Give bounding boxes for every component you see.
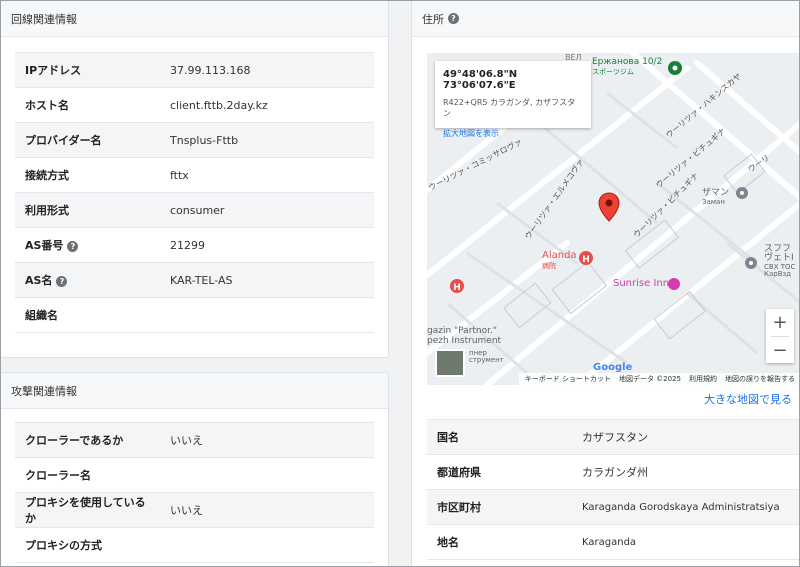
location-pin-icon [598,192,620,222]
table-row: クローラー名 [15,457,374,493]
table-row: プロバイダー名 Tnsplus-Fttb [15,122,374,158]
line-info-card: 回線関連情報 IPアドレス 37.99.113.168 ホスト名 client.ft… [0,0,389,358]
address-card: 住所? H H Ержанова 10/2 スポーツジム Alanda 病院 S… [411,0,800,567]
zoom-in-button[interactable]: + [766,309,794,336]
table-row: 組織名 [15,297,374,333]
big-map-link[interactable]: 大きな地図で見る [704,391,792,407]
help-icon[interactable]: ? [67,241,79,252]
proxy-method-label: プロキシの方式 [15,527,160,563]
host-label: ホスト名 [15,87,160,123]
connection-value: fttx [160,157,374,193]
ip-value: 37.99.113.168 [160,52,374,88]
table-row: IPアドレス 37.99.113.168 [15,52,374,88]
proxy-label: プロキシを使用しているか [15,492,160,528]
place-value: Karaganda [572,524,800,560]
as-name-label: AS名 [25,274,53,287]
keyboard-shortcuts-link[interactable]: キーボード ショートカット [525,374,611,384]
table-row: 国名 カザフスタン [427,419,800,455]
proxy-method-value [160,527,374,563]
help-icon[interactable]: ? [56,276,68,287]
svg-text:H: H [453,283,461,293]
zoom-out-button[interactable]: − [766,337,794,364]
map-data-text: 地図データ ©2025 [618,375,681,383]
poi-zaman[interactable]: ザマン Заман [702,185,729,206]
line-info-title: 回線関連情報 [11,12,77,26]
poi-hospital[interactable]: Alanda 病院 [542,250,577,271]
attack-info-header: 攻撃関連情報 [1,373,388,409]
crawler-name-value [160,457,374,493]
poi-inn[interactable]: Sunrise Inn [613,278,669,289]
terms-link[interactable]: 利用規約 [689,374,717,384]
attack-info-card: 攻撃関連情報 クローラーであるか いいえ クローラー名 プロキシを使用しているかい… [0,372,389,567]
table-row: プロキシを使用しているか いいえ [15,492,374,528]
ip-label: IPアドレス [15,52,160,88]
org-value [160,297,374,333]
poi-shop-ru: пнер струмент [469,349,504,365]
poi-shop[interactable]: gazin "Partnor." pezh Instrument [427,326,501,347]
view-larger-map-link[interactable]: 拡大地図を表示 [443,128,583,139]
map-attribution: キーボード ショートカット 地図データ ©2025 利用規約 地図の誤りを報告す… [518,373,800,385]
table-row: 地名 Karaganda [427,524,800,560]
report-error-link[interactable]: 地図の誤りを報告する [725,374,795,384]
crawler-value: いいえ [160,422,374,458]
usage-label: 利用形式 [15,192,160,228]
prefecture-label: 都道府県 [427,454,572,490]
table-row: 接続方式 fttx [15,157,374,193]
poi-svh[interactable]: スフフ ヴェトI СВХ ТОС КарВзд [764,244,795,279]
place-label: 地名 [427,524,572,560]
table-row: AS番号? 21299 [15,227,374,263]
country-value: カザフスタン [572,419,800,455]
provider-label: プロバイダー名 [15,122,160,158]
address-header: 住所? [412,1,800,37]
connection-label: 接続方式 [15,157,160,193]
line-info-header: 回線関連情報 [1,1,388,37]
map-plus-code: R422+QR5 カラガンダ, カザフスタン [443,98,576,118]
prefecture-value: カラガンダ州 [572,454,800,490]
svg-text:H: H [582,255,590,265]
city-value: Karaganda Gorodskaya Administratsiya [572,489,800,525]
usage-value: consumer [160,192,374,228]
table-row: 都道府県 カラガンダ州 [427,454,800,490]
country-label: 国名 [427,419,572,455]
crawler-label: クローラーであるか [15,422,160,458]
provider-value: Tnsplus-Fttb [160,122,374,158]
org-label: 組織名 [15,297,160,333]
help-icon[interactable]: ? [448,13,459,24]
address-table: 国名 カザフスタン 都道府県 カラガンダ州 市区町村 Karaganda Gorods… [427,419,800,560]
map-view[interactable]: H H Ержанова 10/2 スポーツジム Alanda 病院 Sunri… [427,53,800,385]
satellite-thumbnail[interactable] [435,349,465,377]
as-number-label: AS番号 [25,239,64,252]
table-row: ホスト名 client.fttb.2day.kz [15,87,374,123]
as-number-value: 21299 [160,227,374,263]
line-info-table: IPアドレス 37.99.113.168 ホスト名 client.fttb.2day… [15,52,374,333]
attack-info-title: 攻撃関連情報 [11,384,77,398]
zoom-control: + − [766,309,794,363]
table-row: AS名? KAR-TEL-AS [15,262,374,298]
host-value: client.fttb.2day.kz [160,87,374,123]
poi-gym[interactable]: Ержанова 10/2 スポーツジム [592,57,662,77]
table-row: 利用形式 consumer [15,192,374,228]
map-info-box: 49°48'06.8"N 73°06'07.6"E R422+QR5 カラガンダ… [435,61,591,138]
google-logo: Google [593,362,633,373]
map-coordinates: 49°48'06.8"N 73°06'07.6"E [443,69,518,91]
address-title: 住所 [422,12,444,26]
city-label: 市区町村 [427,489,572,525]
as-name-value: KAR-TEL-AS [160,262,374,298]
proxy-value: いいえ [160,492,374,528]
table-row: クローラーであるか いいえ [15,422,374,458]
table-row: プロキシの方式 [15,527,374,563]
attack-info-table: クローラーであるか いいえ クローラー名 プロキシを使用しているか いいえ プロキシ… [15,422,374,563]
table-row: 市区町村 Karaganda Gorodskaya Administratsiya [427,489,800,525]
crawler-name-label: クローラー名 [15,457,160,493]
